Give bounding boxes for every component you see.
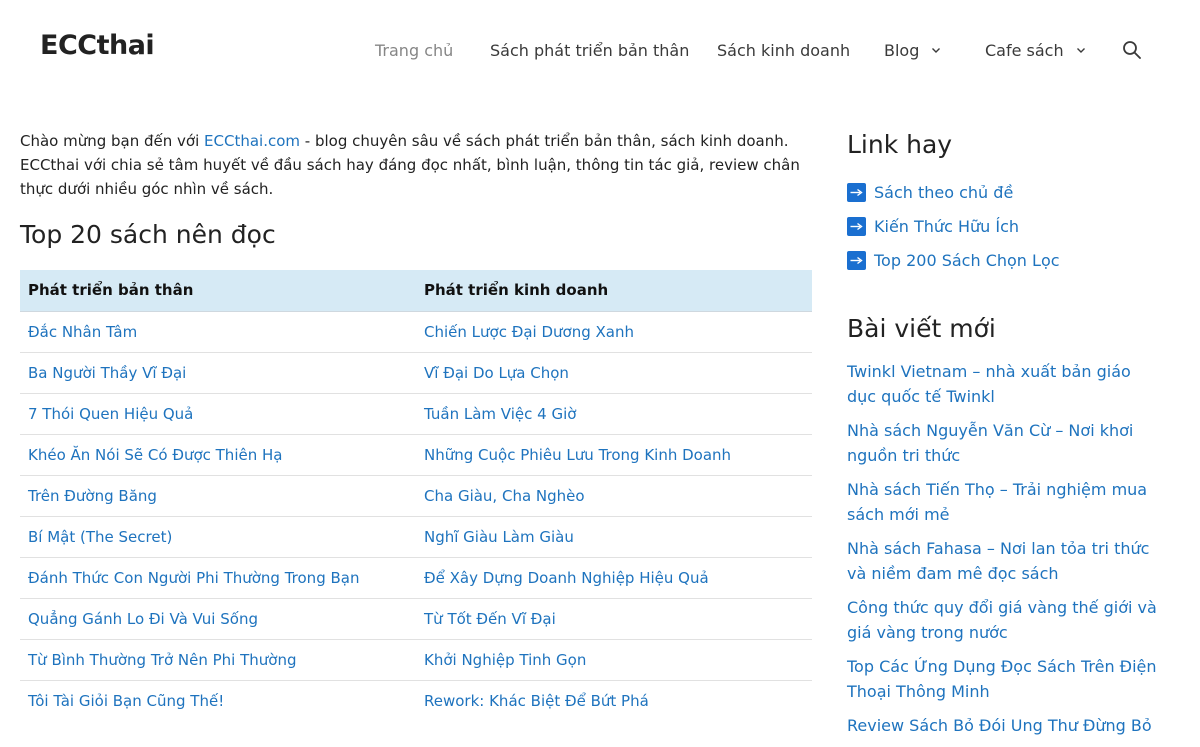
table-row: Tôi Tài Giỏi Bạn Cũng Thế! Rework: Khác … bbox=[20, 680, 812, 721]
book-link[interactable]: Rework: Khác Biệt Để Bứt Phá bbox=[424, 692, 649, 710]
recent-post-link[interactable]: Review Sách Bỏ Đói Ung Thư Đừng Bỏ bbox=[847, 716, 1152, 735]
book-link[interactable]: Cha Giàu, Cha Nghèo bbox=[424, 487, 585, 505]
book-link[interactable]: Những Cuộc Phiêu Lưu Trong Kinh Doanh bbox=[424, 446, 731, 464]
book-link[interactable]: Chiến Lược Đại Dương Xanh bbox=[424, 323, 634, 341]
nav-item-label: Trang chủ bbox=[375, 40, 454, 60]
intro-text-start: Chào mừng bạn đến với bbox=[20, 132, 205, 150]
recent-post-item: Nhà sách Fahasa – Nơi lan tỏa tri thức v… bbox=[847, 536, 1162, 586]
useful-link-item[interactable]: Top 200 Sách Chọn Lọc bbox=[847, 243, 1177, 277]
top-books-table: Phát triển bản thân Phát triển kinh doan… bbox=[20, 270, 812, 721]
table-row: 7 Thói Quen Hiệu Quả Tuần Làm Việc 4 Giờ bbox=[20, 393, 812, 435]
nav-item-label: Blog bbox=[884, 40, 920, 60]
recent-post-link[interactable]: Công thức quy đổi giá vàng thế giới và g… bbox=[847, 598, 1157, 642]
site-header: ECCthai Trang chủ Sách phát triển bản th… bbox=[0, 0, 1200, 100]
table-row: Đắc Nhân Tâm Chiến Lược Đại Dương Xanh bbox=[20, 311, 812, 353]
recent-post-link[interactable]: Top Các Ứng Dụng Đọc Sách Trên Điện Thoạ… bbox=[847, 657, 1157, 701]
table-row: Bí Mật (The Secret) Nghĩ Giàu Làm Giàu bbox=[20, 516, 812, 558]
nav-item-label: Cafe sách bbox=[985, 40, 1064, 60]
table-row: Trên Đường Băng Cha Giàu, Cha Nghèo bbox=[20, 475, 812, 517]
recent-post-link[interactable]: Nhà sách Fahasa – Nơi lan tỏa tri thức v… bbox=[847, 539, 1149, 583]
book-link[interactable]: Vĩ Đại Do Lựa Chọn bbox=[424, 364, 569, 382]
table-row: Khéo Ăn Nói Sẽ Có Được Thiên Hạ Những Cu… bbox=[20, 434, 812, 476]
nav-item-home[interactable]: Trang chủ bbox=[375, 38, 453, 62]
book-link[interactable]: Từ Bình Thường Trở Nên Phi Thường bbox=[28, 651, 297, 669]
recent-post-item: Top Các Ứng Dụng Đọc Sách Trên Điện Thoạ… bbox=[847, 654, 1162, 704]
book-link[interactable]: Bí Mật (The Secret) bbox=[28, 528, 172, 546]
recent-posts-title: Bài viết mới bbox=[847, 314, 996, 343]
book-link[interactable]: Nghĩ Giàu Làm Giàu bbox=[424, 528, 574, 546]
book-link[interactable]: Tôi Tài Giỏi Bạn Cũng Thế! bbox=[28, 692, 224, 710]
book-link[interactable]: Từ Tốt Đến Vĩ Đại bbox=[424, 610, 556, 628]
column-header-self-development: Phát triển bản thân bbox=[20, 270, 416, 312]
recent-post-link[interactable]: Nhà sách Nguyễn Văn Cừ – Nơi khơi nguồn … bbox=[847, 421, 1133, 465]
chevron-down-icon[interactable] bbox=[1076, 45, 1086, 55]
book-link[interactable]: Quẳng Gánh Lo Đi Và Vui Sống bbox=[28, 610, 258, 628]
useful-link-label[interactable]: Top 200 Sách Chọn Lọc bbox=[874, 251, 1060, 270]
useful-link-label[interactable]: Kiến Thức Hữu Ích bbox=[874, 217, 1019, 236]
table-row: Ba Người Thầy Vĩ Đại Vĩ Đại Do Lựa Chọn bbox=[20, 352, 812, 394]
useful-links-list: Sách theo chủ đề Kiến Thức Hữu Ích Top 2… bbox=[847, 175, 1177, 277]
nav-item-label: Sách phát triển bản thân bbox=[490, 40, 690, 60]
table-header-row: Phát triển bản thân Phát triển kinh doan… bbox=[20, 270, 812, 312]
site-home-link[interactable]: ECCthai.com bbox=[204, 132, 300, 150]
book-link[interactable]: Tuần Làm Việc 4 Giờ bbox=[424, 405, 576, 423]
recent-post-item: Review Sách Bỏ Đói Ung Thư Đừng Bỏ bbox=[847, 713, 1162, 738]
sidebar: Link hay Sách theo chủ đề Kiến Thức Hữu … bbox=[847, 130, 1177, 747]
top-books-heading: Top 20 sách nên đọc bbox=[20, 220, 276, 249]
intro-paragraph: Chào mừng bạn đến với ECCthai.com - blog… bbox=[20, 129, 820, 201]
recent-post-item: Nhà sách Nguyễn Văn Cừ – Nơi khơi nguồn … bbox=[847, 418, 1162, 468]
nav-item-blog[interactable]: Blog bbox=[884, 38, 941, 62]
recent-post-link[interactable]: Twinkl Vietnam – nhà xuất bản giáo dục q… bbox=[847, 362, 1131, 406]
recent-post-link[interactable]: Nhà sách Tiến Thọ – Trải nghiệm mua sách… bbox=[847, 480, 1147, 524]
recent-post-item: Nhà sách Tiến Thọ – Trải nghiệm mua sách… bbox=[847, 477, 1162, 527]
arrow-right-icon bbox=[847, 216, 866, 236]
recent-posts-list: Twinkl Vietnam – nhà xuất bản giáo dục q… bbox=[847, 359, 1162, 738]
book-link[interactable]: Khéo Ăn Nói Sẽ Có Được Thiên Hạ bbox=[28, 446, 282, 464]
book-link[interactable]: Đánh Thức Con Người Phi Thường Trong Bạn bbox=[28, 569, 359, 587]
column-header-business-development: Phát triển kinh doanh bbox=[416, 270, 812, 312]
book-link[interactable]: Khởi Nghiệp Tinh Gọn bbox=[424, 651, 586, 669]
table-row: Từ Bình Thường Trở Nên Phi Thường Khởi N… bbox=[20, 639, 812, 681]
nav-item-cafe-sach[interactable]: Cafe sách bbox=[985, 38, 1086, 62]
arrow-right-icon bbox=[847, 182, 866, 202]
useful-link-item[interactable]: Sách theo chủ đề bbox=[847, 175, 1177, 209]
main-nav: Trang chủ Sách phát triển bản thân Sách … bbox=[0, 0, 1200, 100]
useful-links-title: Link hay bbox=[847, 130, 953, 159]
book-link[interactable]: Đắc Nhân Tâm bbox=[28, 323, 137, 341]
arrow-right-icon bbox=[847, 250, 866, 270]
nav-item-business-books[interactable]: Sách kinh doanh bbox=[717, 38, 850, 62]
book-link[interactable]: Để Xây Dựng Doanh Nghiệp Hiệu Quả bbox=[424, 569, 709, 587]
book-link[interactable]: 7 Thói Quen Hiệu Quả bbox=[28, 405, 193, 423]
nav-item-self-help-books[interactable]: Sách phát triển bản thân bbox=[490, 38, 689, 62]
nav-item-label: Sách kinh doanh bbox=[717, 40, 851, 60]
search-icon[interactable] bbox=[1122, 40, 1142, 60]
useful-link-label[interactable]: Sách theo chủ đề bbox=[874, 183, 1013, 202]
recent-post-item: Công thức quy đổi giá vàng thế giới và g… bbox=[847, 595, 1162, 645]
useful-link-item[interactable]: Kiến Thức Hữu Ích bbox=[847, 209, 1177, 243]
chevron-down-icon[interactable] bbox=[931, 45, 941, 55]
recent-post-item: Twinkl Vietnam – nhà xuất bản giáo dục q… bbox=[847, 359, 1162, 409]
table-row: Đánh Thức Con Người Phi Thường Trong Bạn… bbox=[20, 557, 812, 599]
book-link[interactable]: Ba Người Thầy Vĩ Đại bbox=[28, 364, 186, 382]
book-link[interactable]: Trên Đường Băng bbox=[28, 487, 157, 505]
table-row: Quẳng Gánh Lo Đi Và Vui Sống Từ Tốt Đến … bbox=[20, 598, 812, 640]
